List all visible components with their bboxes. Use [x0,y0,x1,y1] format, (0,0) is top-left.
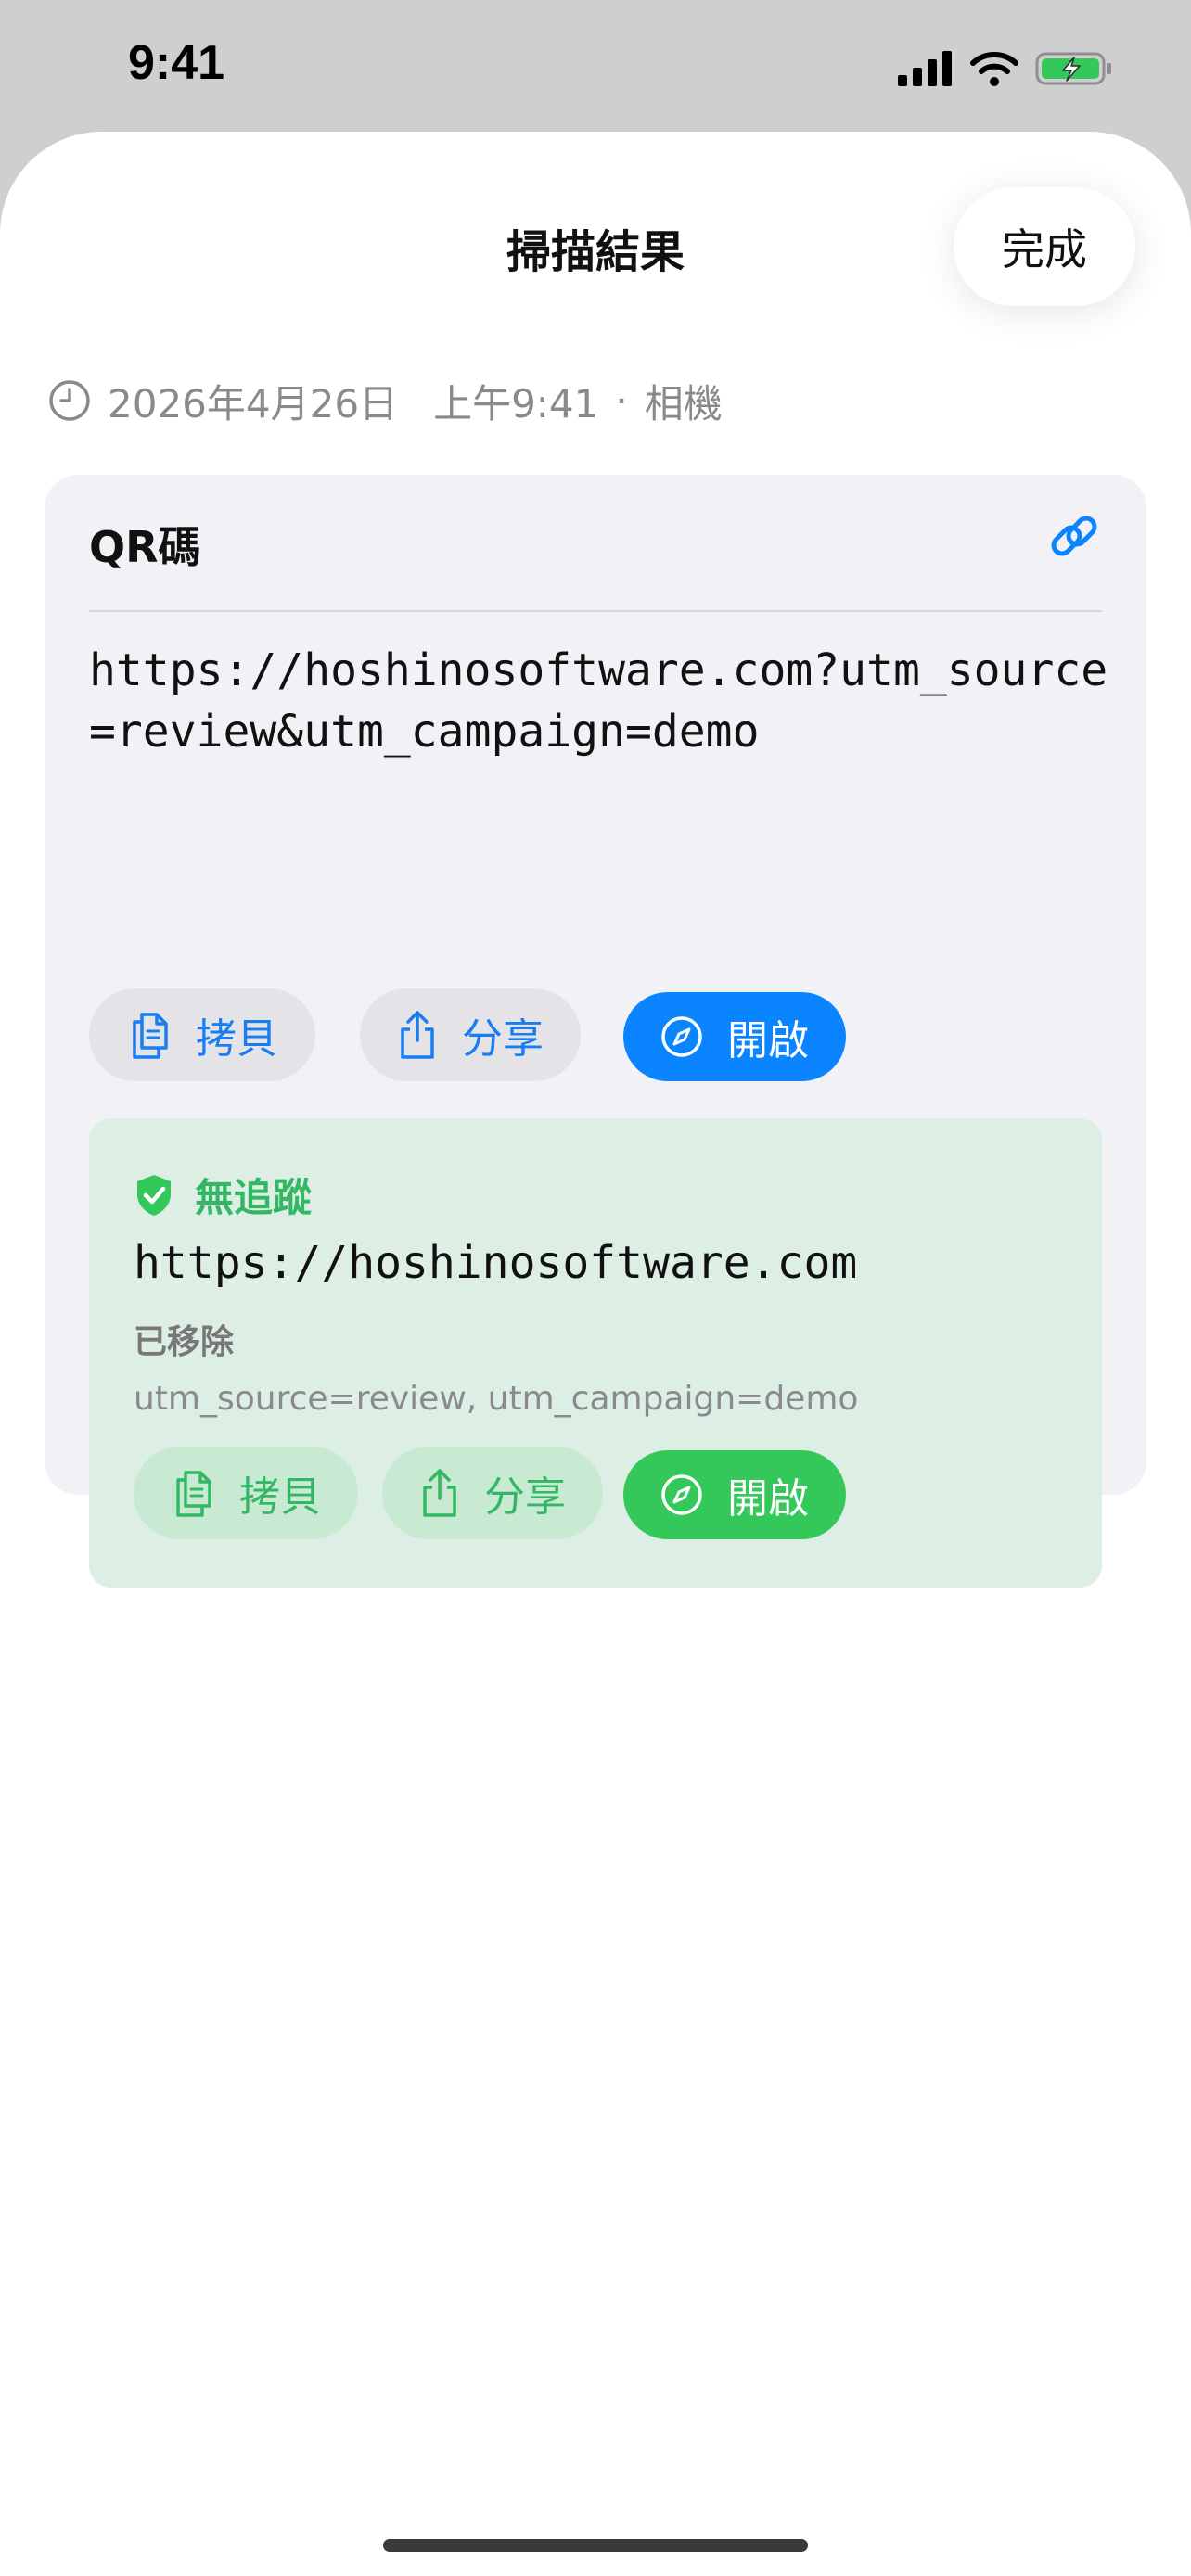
copy-button-label: 拷貝 [196,1015,277,1063]
copy-icon [133,1013,168,1059]
no-tracking-badge: 無追蹤 [134,1167,312,1223]
copy-icon [176,1471,211,1517]
clean-copy-button[interactable]: 拷貝 [134,1447,358,1539]
compass-icon [661,1474,702,1515]
wifi-icon [970,52,1018,86]
battery-charging-icon [1035,52,1111,85]
done-button[interactable]: 完成 [954,187,1135,306]
home-indicator [383,2539,808,2552]
scan-source: 相機 [644,380,723,427]
clean-open-button[interactable]: 開啟 [623,1450,846,1539]
result-sheet: 掃描結果 完成 2026年4月26日 上午9:41 · 相機 QR碼 https… [0,132,1191,2576]
cellular-signal-icon [898,51,952,86]
raw-url: https://hoshinosoftware.com?utm_source=r… [89,644,1108,758]
shield-check-icon [137,1174,171,1216]
share-button-label: 分享 [462,1015,544,1063]
clean-share-label: 分享 [484,1473,566,1521]
no-tracking-label: 無追蹤 [195,1175,313,1220]
scan-time: 上午9:41 [433,380,599,427]
meta-separator: · [615,377,628,424]
open-button[interactable]: 開啟 [623,992,846,1081]
share-icon [401,1011,434,1059]
clean-url: https://hoshinosoftware.com [134,1237,858,1289]
status-icons [898,48,1113,89]
compass-icon [661,1016,702,1057]
code-type-label: QR碼 [89,522,201,572]
scan-meta: 2026年4月26日 上午9:41 · 相機 [48,375,723,427]
status-time: 9:41 [128,36,225,90]
clean-open-label: 開啟 [727,1475,809,1523]
card-divider [89,610,1102,612]
clean-copy-label: 拷貝 [239,1473,321,1521]
qr-result-card: QR碼 https://hoshinosoftware.com?utm_sour… [45,475,1146,1588]
share-icon [423,1469,456,1517]
clean-share-button[interactable]: 分享 [382,1447,603,1539]
open-button-label: 開啟 [727,1017,809,1065]
status-bar: 9:41 [0,0,1191,130]
clock-icon [49,380,90,421]
clean-url-panel: 無追蹤 https://hoshinosoftware.com 已移除 utm_… [89,1118,1102,1588]
scan-date: 2026年4月26日 [108,380,399,427]
share-button[interactable]: 分享 [360,988,581,1081]
link-icon[interactable] [1046,508,1102,564]
removed-params: utm_source=review, utm_campaign=demo [134,1380,859,1418]
removed-label: 已移除 [134,1323,235,1361]
copy-button[interactable]: 拷貝 [89,988,315,1081]
